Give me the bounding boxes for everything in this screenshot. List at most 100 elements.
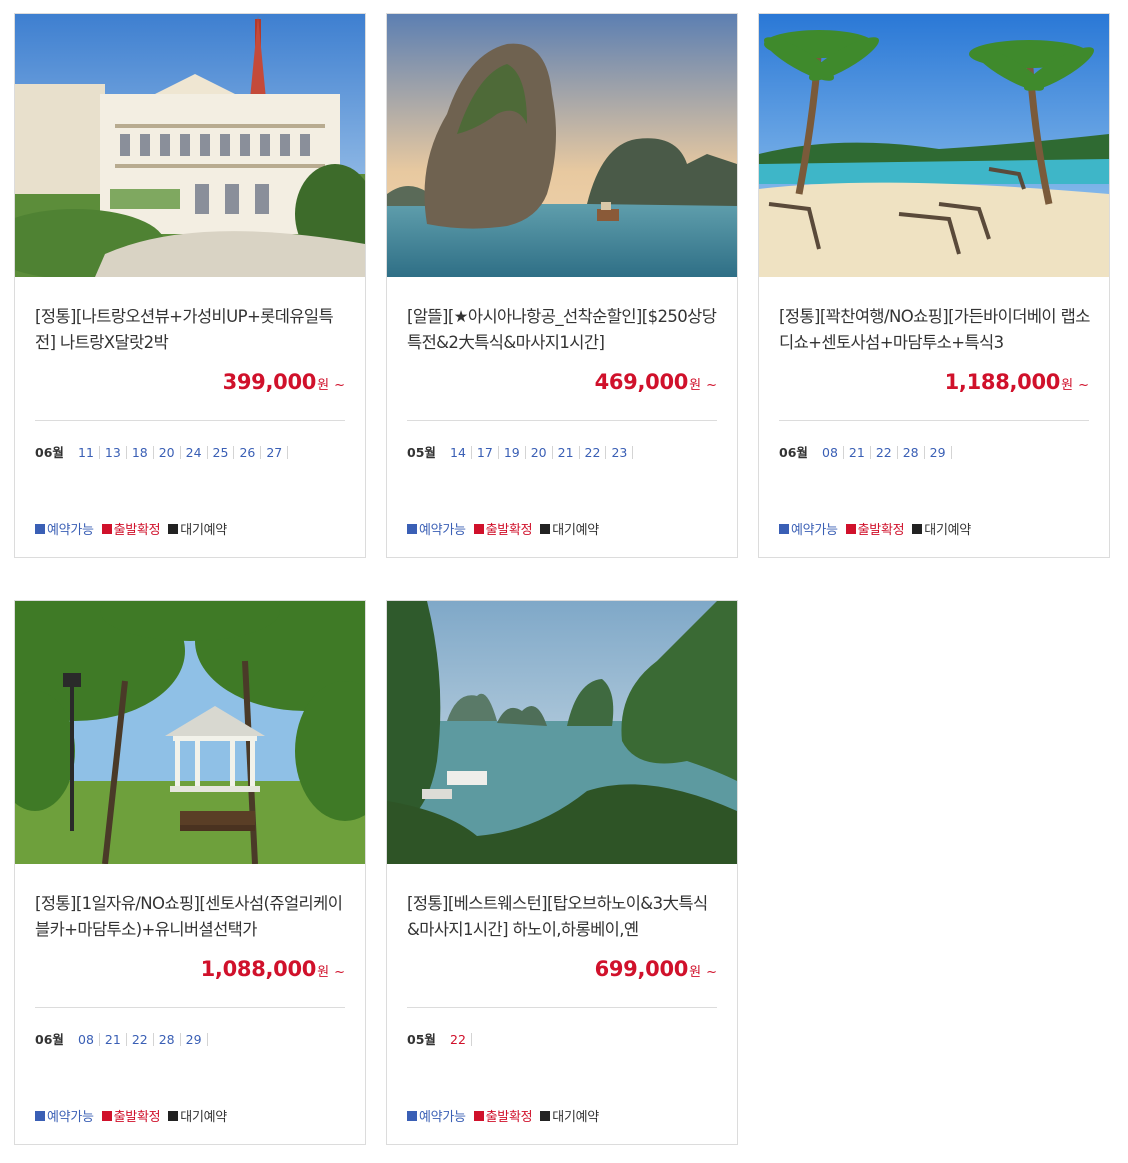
departure-month: 06월 bbox=[779, 445, 808, 460]
price-suffix: ~ bbox=[334, 378, 345, 393]
product-price: 399,000원 ~ bbox=[223, 370, 345, 394]
departure-date[interactable]: 21 bbox=[100, 1033, 127, 1046]
legend-confirmed: 출발확정 bbox=[473, 1106, 533, 1125]
departure-date[interactable]: 24 bbox=[181, 446, 208, 459]
departure-month: 05월 bbox=[407, 1032, 436, 1047]
product-image-garden[interactable] bbox=[15, 601, 365, 864]
legend-confirmed: 출발확정 bbox=[101, 1106, 161, 1125]
legend-confirmed: 출발확정 bbox=[845, 519, 905, 538]
departure-date[interactable]: 14 bbox=[445, 446, 472, 459]
blue-square-icon bbox=[407, 1111, 417, 1121]
departure-date[interactable]: 21 bbox=[844, 446, 871, 459]
divider bbox=[779, 420, 1089, 421]
legend-waiting: 대기예약 bbox=[168, 519, 227, 538]
departure-date[interactable]: 28 bbox=[898, 446, 925, 459]
product-title[interactable]: [정통][꽉찬여행/NO쇼핑][가든바이더베이 랩소디쇼+센토사섬+마담투소+특… bbox=[779, 304, 1091, 356]
product-card[interactable]: [알뜰][★아시아나항공_선착순할인][$250상당특전&2大특식&마사지1시간… bbox=[386, 13, 738, 558]
price-amount: 469,000 bbox=[594, 370, 689, 394]
departure-month: 06월 bbox=[35, 1032, 64, 1047]
departure-date[interactable]: 29 bbox=[181, 1033, 208, 1046]
product-image-halong-bay[interactable] bbox=[387, 601, 737, 864]
price-currency: 원 bbox=[317, 965, 330, 980]
departure-dates: 05월 22 bbox=[407, 1029, 472, 1048]
departure-date[interactable]: 25 bbox=[208, 446, 235, 459]
legend-available: 예약가능 bbox=[35, 519, 94, 538]
price-suffix: ~ bbox=[1078, 378, 1089, 393]
departure-date[interactable]: 17 bbox=[472, 446, 499, 459]
product-price: 1,188,000원 ~ bbox=[945, 370, 1089, 394]
product-image-beach[interactable] bbox=[759, 14, 1109, 277]
departure-date[interactable]: 08 bbox=[73, 1033, 100, 1046]
red-square-icon bbox=[845, 524, 856, 534]
product-title[interactable]: [알뜰][★아시아나항공_선착순할인][$250상당특전&2大특식&마사지1시간… bbox=[407, 304, 719, 356]
legend-waiting: 대기예약 bbox=[168, 1106, 227, 1125]
departure-date[interactable]: 19 bbox=[499, 446, 526, 459]
divider bbox=[35, 1007, 345, 1008]
status-legend: 예약가능 출발확정 대기예약 bbox=[779, 519, 979, 538]
status-legend: 예약가능 출발확정 대기예약 bbox=[407, 1106, 607, 1125]
divider bbox=[407, 1007, 717, 1008]
product-title[interactable]: [정통][나트랑오션뷰+가성비UP+롯데유일특전] 나트랑X달랏2박 bbox=[35, 304, 347, 356]
blue-square-icon bbox=[779, 524, 789, 534]
red-square-icon bbox=[101, 524, 112, 534]
black-square-icon bbox=[912, 524, 923, 534]
product-price: 469,000원 ~ bbox=[595, 370, 717, 394]
departure-date[interactable]: 22 bbox=[871, 446, 898, 459]
product-card[interactable]: [정통][1일자유/NO쇼핑][센토사섬(쥬얼리케이블카+마담투소)+유니버셜선… bbox=[14, 600, 366, 1145]
product-price: 699,000원 ~ bbox=[595, 957, 717, 981]
legend-confirmed: 출발확정 bbox=[101, 519, 161, 538]
departure-date[interactable]: 08 bbox=[817, 446, 844, 459]
divider bbox=[35, 420, 345, 421]
blue-square-icon bbox=[35, 524, 45, 534]
blue-square-icon bbox=[35, 1111, 45, 1121]
legend-available: 예약가능 bbox=[779, 519, 838, 538]
black-square-icon bbox=[540, 1111, 551, 1121]
black-square-icon bbox=[540, 524, 551, 534]
price-amount: 1,188,000 bbox=[944, 370, 1061, 394]
legend-available: 예약가능 bbox=[407, 519, 466, 538]
departure-date-confirmed[interactable]: 22 bbox=[445, 1033, 472, 1046]
departure-month: 06월 bbox=[35, 445, 64, 460]
product-card[interactable]: [정통][나트랑오션뷰+가성비UP+롯데유일특전] 나트랑X달랏2박 399,0… bbox=[14, 13, 366, 558]
product-image-halong-rock[interactable] bbox=[387, 14, 737, 277]
legend-available: 예약가능 bbox=[35, 1106, 94, 1125]
price-currency: 원 bbox=[689, 378, 702, 393]
price-currency: 원 bbox=[1061, 378, 1074, 393]
departure-date[interactable]: 28 bbox=[154, 1033, 181, 1046]
departure-date[interactable]: 22 bbox=[127, 1033, 154, 1046]
departure-date[interactable]: 29 bbox=[925, 446, 952, 459]
product-title[interactable]: [정통][베스트웨스턴][탑오브하노이&3大특식&마사지1시간] 하노이,하롱베… bbox=[407, 891, 719, 943]
price-currency: 원 bbox=[689, 965, 702, 980]
black-square-icon bbox=[168, 524, 179, 534]
product-title[interactable]: [정통][1일자유/NO쇼핑][센토사섬(쥬얼리케이블카+마담투소)+유니버셜선… bbox=[35, 891, 347, 943]
legend-waiting: 대기예약 bbox=[540, 519, 599, 538]
price-amount: 1,088,000 bbox=[200, 957, 317, 981]
departure-date[interactable]: 20 bbox=[526, 446, 553, 459]
legend-confirmed: 출발확정 bbox=[473, 519, 533, 538]
departure-date[interactable]: 26 bbox=[234, 446, 262, 459]
departure-date[interactable]: 20 bbox=[154, 446, 181, 459]
blue-square-icon bbox=[407, 524, 417, 534]
legend-waiting: 대기예약 bbox=[912, 519, 971, 538]
product-card[interactable]: [정통][베스트웨스턴][탑오브하노이&3大특식&마사지1시간] 하노이,하롱베… bbox=[386, 600, 738, 1145]
departure-date[interactable]: 23 bbox=[606, 446, 634, 459]
legend-waiting: 대기예약 bbox=[540, 1106, 599, 1125]
product-image-hotel[interactable] bbox=[15, 14, 365, 277]
status-legend: 예약가능 출발확정 대기예약 bbox=[35, 519, 235, 538]
departure-dates: 06월 08 21 22 28 29 bbox=[779, 442, 952, 461]
departure-date[interactable]: 13 bbox=[100, 446, 127, 459]
departure-date[interactable]: 22 bbox=[580, 446, 607, 459]
price-amount: 699,000 bbox=[594, 957, 689, 981]
price-suffix: ~ bbox=[334, 965, 345, 980]
departure-date[interactable]: 27 bbox=[261, 446, 289, 459]
departure-date[interactable]: 11 bbox=[73, 446, 100, 459]
departure-date[interactable]: 18 bbox=[127, 446, 154, 459]
departure-dates: 05월 14 17 19 20 21 22 23 bbox=[407, 442, 634, 461]
black-square-icon bbox=[168, 1111, 179, 1121]
red-square-icon bbox=[473, 524, 484, 534]
departure-dates: 06월 08 21 22 28 29 bbox=[35, 1029, 208, 1048]
product-card[interactable]: [정통][꽉찬여행/NO쇼핑][가든바이더베이 랩소디쇼+센토사섬+마담투소+특… bbox=[758, 13, 1110, 558]
departure-date[interactable]: 21 bbox=[553, 446, 580, 459]
departure-month: 05월 bbox=[407, 445, 436, 460]
red-square-icon bbox=[473, 1111, 484, 1121]
